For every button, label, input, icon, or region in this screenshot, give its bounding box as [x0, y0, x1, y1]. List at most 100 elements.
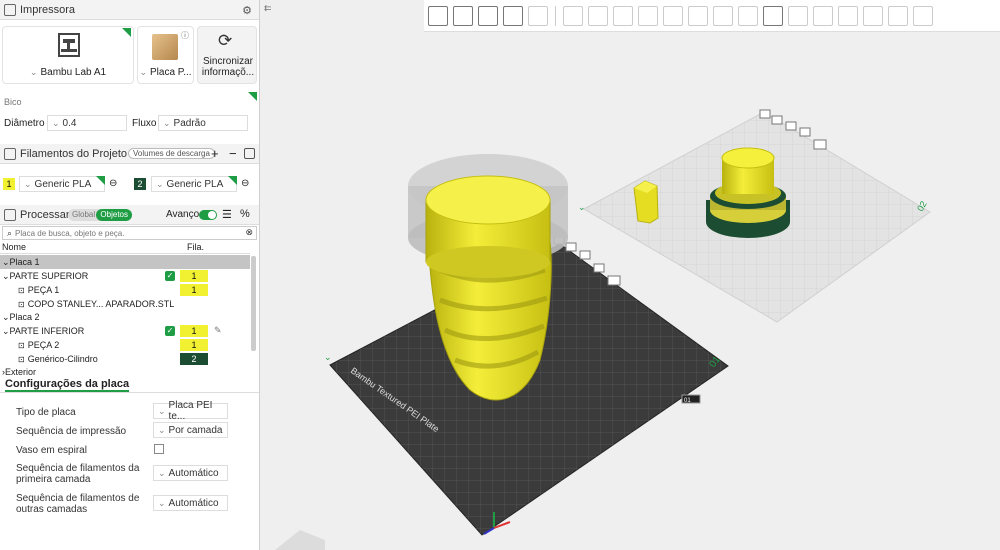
filament-2-select[interactable]: ⌄ Generic PLA — [151, 176, 237, 192]
diameter-value: 0.4 — [62, 117, 77, 129]
flow-value: Padrão — [173, 117, 206, 129]
tree-row-cup-stl[interactable]: ⊡ COPO STANLEY... APARADOR.STL — [0, 297, 250, 311]
sync-button[interactable]: ⟳ Sincronizar informaçõ... — [197, 26, 257, 84]
support-paint-icon[interactable] — [713, 5, 733, 26]
percent-icon[interactable]: % — [240, 208, 250, 220]
printer-card[interactable]: ⌄ Bambu Lab A1 — [2, 26, 134, 84]
scale-icon[interactable] — [613, 5, 633, 26]
bottom-left-widget[interactable] — [275, 530, 325, 550]
advanced-toggle[interactable] — [199, 210, 217, 220]
process-title: Processar — [20, 208, 70, 221]
global-tab[interactable]: Global — [72, 210, 95, 219]
remove-filament-button[interactable]: − — [229, 146, 237, 161]
clear-search-icon[interactable]: ⊗ — [245, 227, 253, 238]
add-object-icon[interactable] — [428, 5, 448, 26]
layers-icon[interactable] — [863, 5, 883, 26]
filament-sync-icon[interactable] — [244, 148, 255, 159]
top-toolbar — [424, 0, 1000, 32]
filament-2-index: 2 — [134, 178, 146, 190]
tree-row-label: Placa 2 — [9, 312, 40, 322]
plate-type-select[interactable]: ⌄ Placa PEI te... — [153, 400, 228, 422]
tree-row-part2[interactable]: ⊡ PEÇA 2 — [0, 338, 250, 352]
add-plate-icon[interactable] — [453, 5, 473, 26]
printer-card-corner — [122, 28, 131, 37]
spiral-vase-label: Vaso em espiral — [16, 445, 87, 456]
filament-1-select[interactable]: ⌄ Generic PLA — [19, 176, 105, 192]
tree-row-label: COPO STANLEY... APARADOR.STL — [27, 299, 175, 309]
other-layers-sequence-select[interactable]: ⌄ Automático — [153, 495, 228, 511]
settings-gear-icon[interactable]: ⚙ — [242, 4, 252, 17]
print-sequence-select[interactable]: ⌄ Por camada — [153, 422, 228, 438]
diameter-select[interactable]: ⌄ 0.4 — [47, 115, 127, 131]
tree-row-part1[interactable]: ⊡ PEÇA 1 — [0, 283, 250, 297]
sync-label: Sincronizar informaçõ... — [201, 56, 255, 78]
print-sequence-value: Por camada — [168, 424, 223, 436]
tree-row-label: PARTE INFERIOR — [9, 326, 85, 336]
print-sequence-label: Sequência de impressão — [16, 426, 127, 437]
tree-row-label: Placa 1 — [9, 257, 40, 267]
auto-orient-icon[interactable] — [478, 5, 498, 26]
process-header: Processar Global Objetos Avanço ☰ % — [0, 205, 259, 225]
flush-volumes-button[interactable]: Volumes de descarga — [128, 148, 215, 159]
cube-icon[interactable] — [813, 5, 833, 26]
tree-row-top-part[interactable]: ⌄ PARTE SUPERIOR — [0, 269, 250, 283]
color-paint-icon[interactable] — [738, 5, 758, 26]
arrange-icon[interactable] — [503, 5, 523, 26]
tree-row-label: PEÇA 1 — [27, 285, 60, 295]
object-search-input[interactable]: ⌕ Placa de busca, objeto e peça. ⊗ — [2, 226, 257, 240]
small-yellow-object[interactable] — [633, 180, 659, 224]
rotate-icon[interactable] — [588, 5, 608, 26]
cylinder-filament[interactable]: 2 — [180, 353, 208, 365]
other-layers-sequence-label: Sequência de filamentos de outras camada… — [16, 493, 140, 515]
tree-header: Nome Fila. — [0, 241, 250, 254]
assembly-icon[interactable] — [913, 5, 933, 26]
process-icon — [4, 208, 16, 221]
filament-2-name: Generic PLA — [166, 178, 224, 190]
tree-row-bottom-part[interactable]: ⌄ PARTE INFERIOR — [0, 324, 250, 338]
sync-icon: ⟳ — [218, 31, 233, 50]
col-filament: Fila. — [187, 242, 205, 252]
3d-viewport[interactable]: 02 ⌄ Bambu Textured PEI Plate 01 ⌄ 01 — [261, 32, 1000, 550]
collapse-sidebar-icon[interactable]: ⇇ — [264, 3, 274, 15]
paint-icon[interactable]: ✎ — [214, 325, 222, 336]
plate-config-title: Configurações da placa — [5, 378, 130, 392]
boolean-icon[interactable] — [688, 5, 708, 26]
advanced-label: Avanço — [166, 209, 200, 220]
global-objects-toggle[interactable]: Global Objetos — [68, 209, 132, 221]
tree-row-plate2[interactable]: ⌄ Placa 2 — [0, 310, 250, 324]
top-part-checkbox[interactable]: ✓ — [165, 271, 175, 281]
plate-type-card[interactable]: ⓘ ⌄ Placa P... — [137, 26, 194, 84]
tree-scrollbar[interactable] — [251, 256, 256, 351]
move-icon[interactable] — [563, 5, 583, 26]
info-icon[interactable]: ⓘ — [181, 30, 189, 41]
other-layers-sequence-value: Automático — [168, 497, 219, 509]
filament-2-menu-icon[interactable]: ⊖ — [241, 178, 249, 189]
objects-tab[interactable]: Objetos — [96, 209, 132, 221]
bottom-part-filament[interactable]: 1 — [180, 325, 208, 337]
split-icon[interactable] — [528, 5, 548, 26]
printer-icon — [4, 3, 16, 16]
text-icon[interactable] — [763, 5, 783, 26]
lay-on-face-icon[interactable] — [638, 5, 658, 26]
variable-layer-icon[interactable] — [888, 5, 908, 26]
printer-machine-icon — [58, 33, 80, 57]
flow-select[interactable]: ⌄ Padrão — [158, 115, 248, 131]
first-layer-sequence-select[interactable]: ⌄ Automático — [153, 465, 228, 481]
plate-texture-icon — [152, 34, 178, 60]
plate-1-id: 01 — [684, 398, 691, 404]
measure-icon[interactable] — [788, 5, 808, 26]
list-icon[interactable]: ☰ — [222, 208, 232, 221]
top-part-filament[interactable]: 1 — [180, 270, 208, 282]
add-filament-button[interactable]: + — [211, 146, 219, 161]
spiral-vase-checkbox[interactable] — [154, 444, 164, 454]
tree-row-cylinder[interactable]: ⊡ Genérico-Cilindro — [0, 352, 250, 366]
toolbar-separator — [555, 5, 556, 26]
filament-1-menu-icon[interactable]: ⊖ — [109, 178, 117, 189]
filament-icon — [4, 147, 16, 160]
part2-filament[interactable]: 1 — [180, 339, 208, 351]
cut-icon[interactable] — [663, 5, 683, 26]
bottom-part-checkbox[interactable]: ✓ — [165, 326, 175, 336]
fit-icon[interactable] — [838, 5, 858, 26]
tree-row-plate1[interactable]: ⌄ Placa 1 — [0, 255, 250, 269]
part1-filament[interactable]: 1 — [180, 284, 208, 296]
